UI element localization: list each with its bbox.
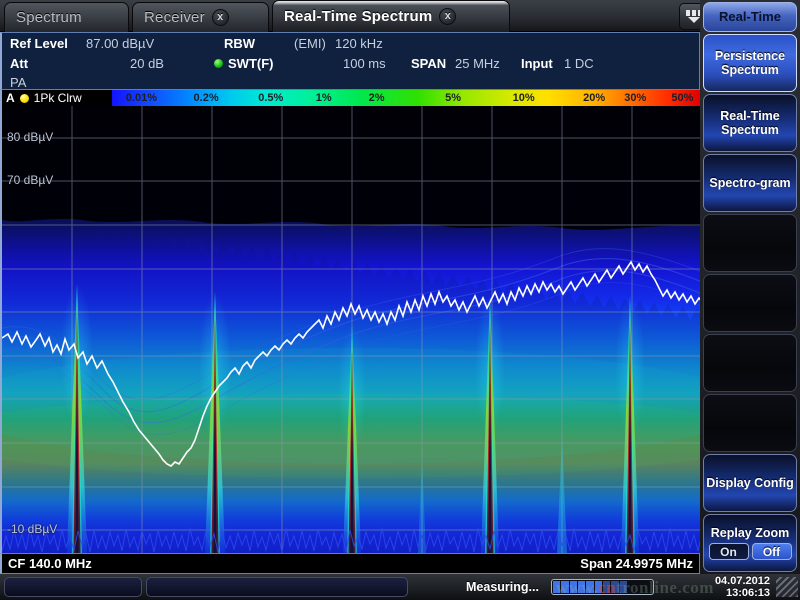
- softkey-label: Persistence Spectrum: [704, 49, 796, 77]
- softkey-label: Real-Time Spectrum: [704, 109, 796, 137]
- span-label: SPAN: [411, 54, 446, 73]
- swt-label: SWT(F): [228, 54, 273, 73]
- input-label: Input: [521, 54, 553, 73]
- measurement-header: Ref Level 87.00 dBµV RBW (EMI) 120 kHz A…: [0, 32, 700, 90]
- persistence-spectrum-plot[interactable]: 80 dBµV 70 dBµV -10 dBµV: [0, 106, 700, 553]
- tab-real-time-spectrum[interactable]: Real-Time Spectrum x: [272, 0, 510, 32]
- softkey-persistence-spectrum[interactable]: Persistence Spectrum: [703, 34, 797, 92]
- rbw-value[interactable]: 120 kHz: [335, 34, 383, 53]
- measuring-status-text: Measuring...: [466, 580, 539, 594]
- input-value[interactable]: 1 DC: [564, 54, 594, 73]
- softkey-empty-1[interactable]: [703, 214, 797, 272]
- center-frequency-label[interactable]: CF 140.0 MHz: [8, 556, 92, 571]
- resize-grip-icon[interactable]: [776, 577, 798, 597]
- persistence-color-scale-bar: A 1Pk Clrw 0.01% 0.2% 0.5% 1% 2% 5% 10% 20% 30% 5…: [0, 90, 700, 106]
- softkey-real-time-spectrum[interactable]: Real-Time Spectrum: [703, 94, 797, 152]
- replay-zoom-off-option[interactable]: Off: [752, 543, 792, 560]
- instrument-screen: Spectrum Receiver x Real-Time Spectrum x…: [0, 0, 800, 600]
- softkey-label: Spectro-gram: [709, 176, 790, 190]
- date-time-display: 04.07.2012 13:06:13: [715, 576, 770, 599]
- replay-zoom-on-option[interactable]: On: [709, 543, 749, 560]
- trace-detector-label: 1Pk Clrw: [34, 91, 82, 105]
- color-scale-label: 0.5%: [258, 90, 283, 106]
- span-label-footer[interactable]: Span 24.9975 MHz: [580, 556, 693, 571]
- color-scale-label: 0.01%: [126, 90, 157, 106]
- trace-color-dot-icon: [20, 94, 29, 103]
- color-scale-gradient: 0.01% 0.2% 0.5% 1% 2% 5% 10% 20% 30% 50%: [112, 90, 700, 106]
- trace-letter: A: [6, 91, 15, 105]
- color-scale-label: 0.2%: [194, 90, 219, 106]
- color-scale-label: 30%: [624, 90, 646, 106]
- spectrum-canvas: [2, 106, 700, 553]
- header-row-2: Att 20 dB SWT(F) 100 ms SPAN 25 MHz Inpu…: [2, 54, 699, 73]
- close-icon[interactable]: x: [212, 9, 229, 26]
- tab-label: Real-Time Spectrum: [284, 8, 432, 25]
- swt-status-indicator-icon: [214, 59, 223, 68]
- softkey-label: Replay Zoom: [711, 526, 790, 540]
- color-scale-label: 1%: [316, 90, 332, 106]
- status-time: 13:06:13: [715, 588, 770, 600]
- softkey-label: Display Config: [706, 476, 794, 490]
- ref-level-value[interactable]: 87.00 dBµV: [86, 34, 154, 53]
- replay-zoom-toggle[interactable]: On Off: [709, 543, 792, 560]
- close-icon[interactable]: x: [439, 8, 456, 25]
- color-scale-label: 10%: [513, 90, 535, 106]
- softkey-empty-2[interactable]: [703, 274, 797, 332]
- softkey-menu: Real-Time Persistence Spectrum Real-Time…: [700, 0, 800, 574]
- tab-label: Receiver: [144, 9, 205, 26]
- rbw-label: RBW: [224, 34, 255, 53]
- header-row-1: Ref Level 87.00 dBµV RBW (EMI) 120 kHz: [2, 34, 699, 53]
- trace-identifier[interactable]: A 1Pk Clrw: [2, 90, 112, 106]
- status-panel-center[interactable]: [146, 577, 408, 597]
- swt-value[interactable]: 100 ms: [343, 54, 386, 73]
- span-value[interactable]: 25 MHz: [455, 54, 500, 73]
- color-scale-label: 2%: [369, 90, 385, 106]
- status-date: 04.07.2012: [715, 576, 770, 588]
- softkey-spectrogram[interactable]: Spectro-gram: [703, 154, 797, 212]
- att-label: Att: [10, 54, 28, 73]
- softkey-menu-title: Real-Time: [703, 2, 797, 32]
- frequency-footer: CF 140.0 MHz Span 24.9975 MHz: [0, 553, 700, 574]
- tab-receiver[interactable]: Receiver x: [132, 2, 269, 32]
- chevron-down-icon: [688, 17, 700, 23]
- plot-sky-mask: [2, 106, 700, 230]
- color-scale-label: 20%: [583, 90, 605, 106]
- color-scale-label: 5%: [445, 90, 461, 106]
- softkey-replay-zoom[interactable]: Replay Zoom On Off: [703, 514, 797, 572]
- ref-level-label: Ref Level: [10, 34, 68, 53]
- status-panel-left[interactable]: [4, 577, 142, 597]
- att-value[interactable]: 20 dB: [130, 54, 164, 73]
- tab-label: Spectrum: [16, 9, 82, 26]
- softkey-empty-4[interactable]: [703, 394, 797, 452]
- rbw-qualifier: (EMI): [294, 34, 326, 53]
- tab-bar: Spectrum Receiver x Real-Time Spectrum x: [0, 0, 800, 32]
- softkey-empty-3[interactable]: [703, 334, 797, 392]
- tab-spectrum[interactable]: Spectrum: [4, 2, 129, 32]
- status-bar: Measuring... 04.07.2012 13:06:13: [0, 574, 800, 600]
- softkey-display-config[interactable]: Display Config: [703, 454, 797, 512]
- measurement-progress-bar: [551, 579, 654, 595]
- color-scale-label: 50%: [671, 90, 693, 106]
